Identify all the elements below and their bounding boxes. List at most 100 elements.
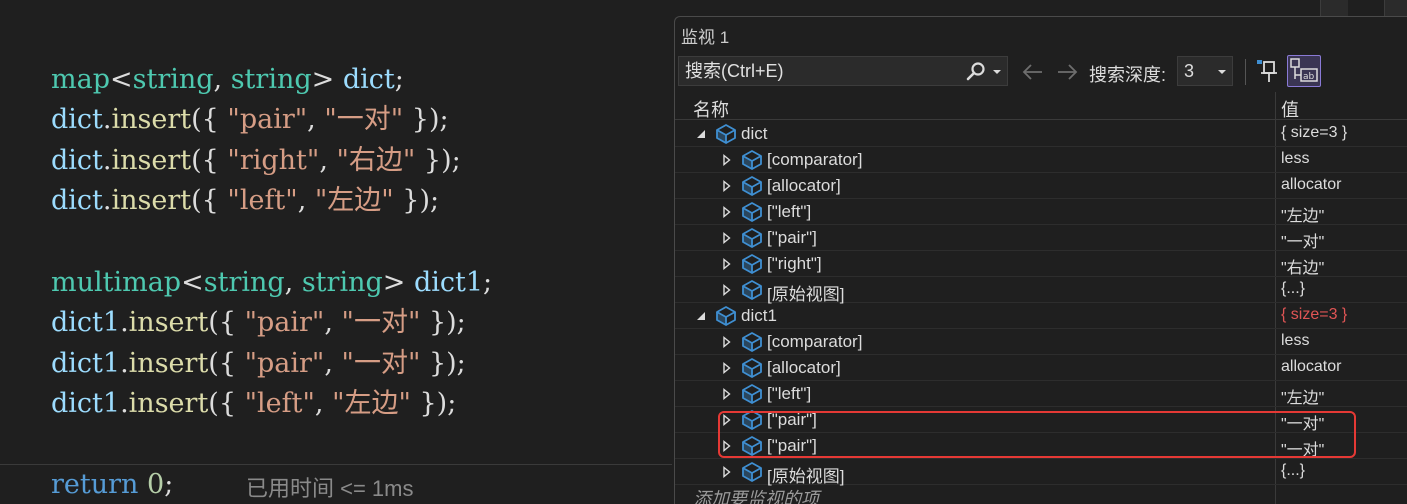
collapsed-triangle-icon[interactable]: [721, 180, 733, 192]
search-input[interactable]: [685, 57, 955, 85]
code-token: >: [311, 64, 343, 95]
search-depth-select[interactable]: 3: [1177, 56, 1233, 86]
code-token: ;: [164, 469, 174, 500]
add-watch-row[interactable]: 添加要监视的项: [675, 485, 1407, 504]
watch-row[interactable]: ["pair"] "一对": [675, 407, 1407, 433]
watch-row-value: "左边": [1281, 390, 1325, 407]
code-token: "一对": [341, 348, 421, 379]
watch-row-value: "一对": [1281, 442, 1325, 459]
collapsed-triangle-icon[interactable]: [721, 154, 733, 166]
scrollbar-strip[interactable]: [1384, 0, 1407, 16]
code-line[interactable]: dict.insert({ "pair", "一对" });: [51, 100, 449, 140]
expanded-triangle-icon[interactable]: [695, 310, 707, 322]
add-watch-placeholder[interactable]: 添加要监视的项: [693, 485, 819, 504]
code-token: ,: [319, 145, 337, 176]
code-token: "right": [227, 145, 320, 176]
column-header-value[interactable]: 值: [1281, 96, 1299, 122]
watch-row-name: ["right"]: [767, 254, 822, 273]
watch-row[interactable]: ["pair"] "一对": [675, 433, 1407, 459]
search-depth-value: 3: [1184, 61, 1195, 81]
code-token: string: [132, 64, 214, 95]
watch-row[interactable]: dict { size=3 }: [675, 121, 1407, 147]
object-cube-icon: [742, 150, 762, 170]
code-line[interactable]: dict1.insert({ "pair", "一对" });: [51, 303, 466, 343]
collapsed-triangle-icon[interactable]: [721, 336, 733, 348]
watch-row[interactable]: ["right"] "右边": [675, 251, 1407, 277]
code-token: });: [420, 307, 466, 338]
editor-divider: [0, 464, 672, 465]
collapsed-triangle-icon[interactable]: [721, 232, 733, 244]
watch-row[interactable]: ["left"] "左边": [675, 381, 1407, 407]
watch-column-header: 名称 值: [675, 92, 1407, 120]
arrow-left-icon[interactable]: [1021, 61, 1045, 83]
code-line[interactable]: dict.insert({ "left", "左边" });: [51, 181, 439, 221]
code-line[interactable]: map<string, string> dict;: [51, 60, 404, 100]
watch-row-name: ["pair"]: [767, 436, 817, 455]
collapsed-triangle-icon[interactable]: [721, 466, 733, 478]
watch-row[interactable]: dict1 { size=3 }: [675, 303, 1407, 329]
code-line[interactable]: multimap<string, string> dict1;: [51, 263, 492, 303]
code-line[interactable]: dict1.insert({ "left", "左边" });: [51, 384, 456, 424]
code-token: ({: [191, 185, 228, 216]
expanded-triangle-icon[interactable]: [695, 128, 707, 140]
code-token: "pair": [227, 104, 308, 135]
search-icon[interactable]: [965, 61, 987, 83]
watch-row-name: [comparator]: [767, 332, 863, 351]
code-token: "左边": [314, 185, 394, 216]
collapsed-triangle-icon[interactable]: [721, 440, 733, 452]
code-token: ;: [483, 267, 493, 298]
watch-row-name: dict: [741, 124, 768, 143]
code-token: "左边": [332, 388, 411, 419]
code-token: <: [181, 267, 204, 298]
hex-display-button[interactable]: ab: [1287, 55, 1321, 87]
code-token: ({: [208, 348, 245, 379]
chevron-down-icon[interactable]: [991, 66, 1003, 78]
code-token: string: [301, 267, 383, 298]
watch-row[interactable]: [原始视图] {...}: [675, 459, 1407, 486]
code-token: dict1: [51, 307, 121, 338]
column-header-name[interactable]: 名称: [693, 96, 729, 122]
watch-row[interactable]: ["pair"] "一对": [675, 225, 1407, 251]
watch-row[interactable]: [allocator] allocator: [675, 173, 1407, 199]
svg-text:ab: ab: [1303, 72, 1315, 82]
collapsed-triangle-icon[interactable]: [721, 284, 733, 296]
code-line[interactable]: return 0;: [51, 465, 173, 504]
chevron-down-icon: [1218, 70, 1226, 74]
code-token: "pair": [244, 348, 325, 379]
arrow-right-icon[interactable]: [1055, 61, 1079, 83]
watch-row[interactable]: [原始视图] {...}: [675, 277, 1407, 304]
watch-row[interactable]: [allocator] allocator: [675, 355, 1407, 381]
code-token: "一对": [324, 104, 404, 135]
watch-row-value: {...}: [1281, 462, 1306, 479]
watch-window-title: 监视 1: [681, 28, 730, 47]
watch-row[interactable]: [comparator] less: [675, 329, 1407, 355]
search-box[interactable]: [678, 56, 1008, 86]
object-cube-icon: [742, 228, 762, 248]
watch-row-value: allocator: [1281, 358, 1342, 375]
object-cube-icon: [716, 124, 736, 144]
toolbar-separator: [1245, 59, 1246, 85]
watch-row[interactable]: [comparator] less: [675, 147, 1407, 173]
collapsed-triangle-icon[interactable]: [721, 206, 733, 218]
code-token: ,: [307, 104, 325, 135]
code-token: dict: [51, 104, 103, 135]
code-editor[interactable]: map<string, string> dict; dict.insert({ "…: [0, 0, 672, 504]
code-token: ({: [208, 388, 245, 419]
code-token: .: [120, 307, 129, 338]
watch-row-value: "右边": [1281, 260, 1325, 277]
collapsed-triangle-icon[interactable]: [721, 258, 733, 270]
code-token: .: [120, 388, 129, 419]
code-token: ,: [314, 388, 333, 419]
collapsed-triangle-icon[interactable]: [721, 414, 733, 426]
watch-row-name: [原始视图]: [767, 285, 845, 304]
watch-row[interactable]: ["left"] "左边": [675, 199, 1407, 225]
collapsed-triangle-icon[interactable]: [721, 388, 733, 400]
watch-row-value: less: [1281, 150, 1310, 167]
hex-display-icon: ab: [1290, 58, 1318, 82]
pin-icon[interactable]: [1255, 57, 1283, 85]
code-line[interactable]: dict1.insert({ "pair", "一对" });: [51, 344, 466, 384]
collapsed-triangle-icon[interactable]: [721, 362, 733, 374]
scrollbar-strip[interactable]: [1320, 0, 1348, 16]
code-line[interactable]: dict.insert({ "right", "右边" });: [51, 141, 461, 181]
watch-row-name: [allocator]: [767, 176, 841, 195]
